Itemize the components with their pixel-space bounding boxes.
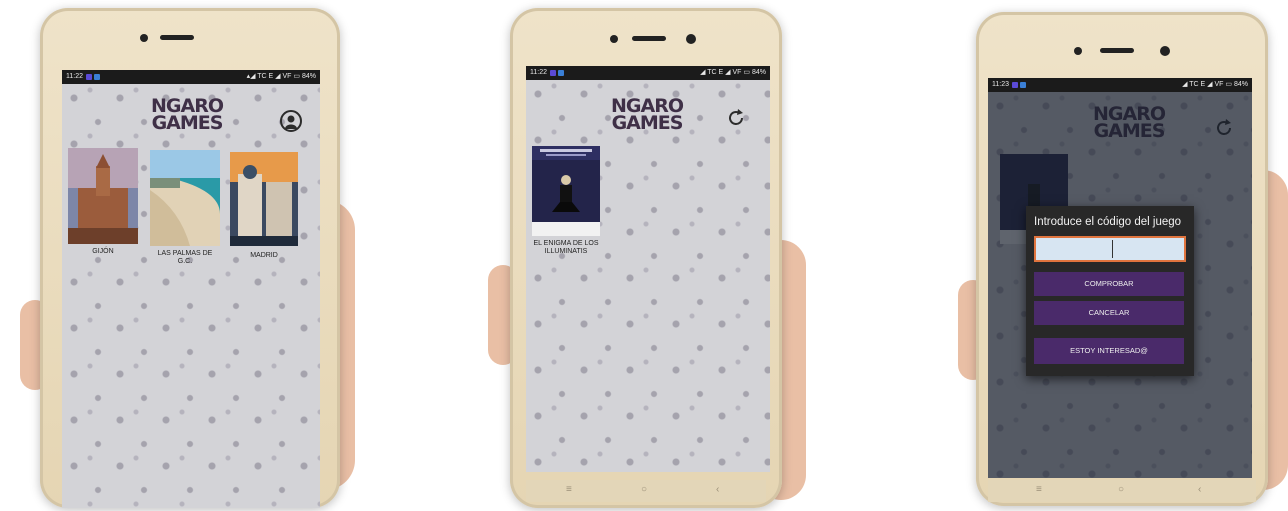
- menu-nav-icon[interactable]: ≡: [1036, 484, 1042, 495]
- operator-label: VF: [1214, 81, 1224, 88]
- notification-icon: [1012, 82, 1018, 88]
- dialog-title: Introduce el código del juego: [1034, 216, 1182, 228]
- status-right: ◢ TC E ◢ VF ▭ 84%: [1182, 81, 1248, 88]
- game-tile-illuminatis[interactable]: EL ENIGMA DE LOS ILLUMINATIS: [532, 146, 604, 276]
- status-time: 11:22: [66, 73, 83, 80]
- android-nav-bar: ≡ ○ ‹: [988, 480, 1256, 502]
- interested-button[interactable]: ESTOY INTERESAD@: [1034, 338, 1184, 364]
- back-nav-icon[interactable]: ‹: [1198, 484, 1201, 495]
- status-right: ▴◢ TC E ◢ VF ▭ 84%: [246, 73, 316, 80]
- menu-nav-icon[interactable]: ≡: [566, 484, 572, 495]
- user-glyph: [285, 115, 297, 129]
- user-profile-icon[interactable]: [280, 110, 302, 132]
- proximity-sensor: [140, 34, 148, 42]
- game-thumbnail-las-palmas: [150, 150, 220, 246]
- carrier-label: TC E: [1189, 81, 1206, 88]
- front-camera: [1160, 46, 1170, 56]
- app-background: NGARO GAMES EL ENIGMA DE LOS ILLUMINATIS: [526, 80, 770, 472]
- game-code-dialog: Introduce el código del juego COMPROBAR …: [1026, 206, 1194, 376]
- status-time: 11:22: [530, 69, 547, 76]
- operator-label: VF: [282, 73, 292, 80]
- phone-screen: 11:22 ▴◢ TC E ◢ VF ▭ 84% NGARO GAMES GIJ…: [62, 70, 320, 508]
- status-time: 11:23: [992, 81, 1009, 88]
- front-camera: [686, 34, 696, 44]
- status-bar: 11:22 ◢ TC E ◢ VF ▭ 84%: [526, 66, 770, 80]
- brand-logo: NGARO GAMES: [602, 96, 692, 135]
- text-caret: [1112, 240, 1113, 258]
- android-nav-bar: ≡ ○ ‹: [526, 480, 766, 502]
- game-title-illuminatis: EL ENIGMA DE LOS ILLUMINATIS: [533, 240, 599, 256]
- photo-phone-3: 11:23 ◢ TC E ◢ VF ▭ 84% NGARO GAMES: [958, 0, 1288, 511]
- status-bar: 11:22 ▴◢ TC E ◢ VF ▭ 84%: [62, 70, 320, 84]
- brand-logo-line2: GAMES: [611, 112, 684, 135]
- brand-logo-line2: GAMES: [151, 112, 224, 135]
- notification-icon: [86, 74, 92, 80]
- phone-body: 11:23 ◢ TC E ◢ VF ▭ 84% NGARO GAMES: [976, 12, 1268, 506]
- brand-logo: NGARO GAMES: [142, 96, 232, 135]
- home-nav-icon[interactable]: ○: [1118, 484, 1124, 495]
- phone-screen: 11:22 ◢ TC E ◢ VF ▭ 84% NGARO GAMES EL E…: [526, 66, 770, 472]
- speaker: [160, 35, 194, 40]
- game-tile-las-palmas[interactable]: LAS PALMAS DE G.C.: [150, 150, 222, 270]
- notification-icon: [550, 70, 556, 76]
- operator-label: VF: [732, 69, 742, 76]
- phone-body: 11:22 ◢ TC E ◢ VF ▭ 84% NGARO GAMES EL E…: [510, 8, 782, 508]
- back-nav-icon[interactable]: ‹: [716, 484, 719, 495]
- photo-phone-1: 11:22 ▴◢ TC E ◢ VF ▭ 84% NGARO GAMES GIJ…: [20, 0, 360, 511]
- game-tile-gijon[interactable]: GIJÓN: [68, 148, 140, 268]
- speaker: [632, 36, 666, 41]
- game-code-input[interactable]: [1034, 236, 1186, 262]
- game-title-madrid: MADRID: [250, 252, 278, 259]
- phone-body: 11:22 ▴◢ TC E ◢ VF ▭ 84% NGARO GAMES GIJ…: [40, 8, 340, 508]
- status-right: ◢ TC E ◢ VF ▭ 84%: [700, 69, 766, 76]
- app-background: NGARO GAMES GIJÓN LAS PALMAS DE G.C. MAD…: [62, 84, 320, 508]
- refresh-icon[interactable]: [726, 108, 746, 128]
- proximity-sensor: [610, 35, 618, 43]
- notification-icon: [94, 74, 100, 80]
- game-thumbnail-madrid: [230, 152, 298, 246]
- battery-label: 84%: [301, 73, 316, 80]
- notification-icon: [1020, 82, 1026, 88]
- speaker: [1100, 48, 1134, 53]
- game-thumbnail-gijon: [68, 148, 138, 244]
- carrier-label: TC E: [707, 69, 724, 76]
- proximity-sensor: [1074, 47, 1082, 55]
- battery-label: 84%: [1233, 81, 1248, 88]
- phone-screen: 11:23 ◢ TC E ◢ VF ▭ 84% NGARO GAMES: [988, 78, 1252, 478]
- refresh-glyph: [729, 109, 743, 125]
- notification-icon: [558, 70, 564, 76]
- game-thumbnail-illuminatis: [532, 146, 600, 236]
- carrier-label: TC E: [257, 73, 274, 80]
- game-tile-madrid[interactable]: MADRID: [230, 152, 300, 272]
- battery-label: 84%: [751, 69, 766, 76]
- photo-phone-2: 11:22 ◢ TC E ◢ VF ▭ 84% NGARO GAMES EL E…: [488, 0, 818, 511]
- game-title-gijon: GIJÓN: [92, 248, 114, 255]
- check-code-button[interactable]: COMPROBAR: [1034, 272, 1184, 296]
- cancel-button[interactable]: CANCELAR: [1034, 301, 1184, 325]
- home-nav-icon[interactable]: ○: [641, 484, 647, 495]
- game-title-las-palmas: LAS PALMAS DE G.C.: [157, 250, 213, 266]
- status-bar: 11:23 ◢ TC E ◢ VF ▭ 84%: [988, 78, 1252, 92]
